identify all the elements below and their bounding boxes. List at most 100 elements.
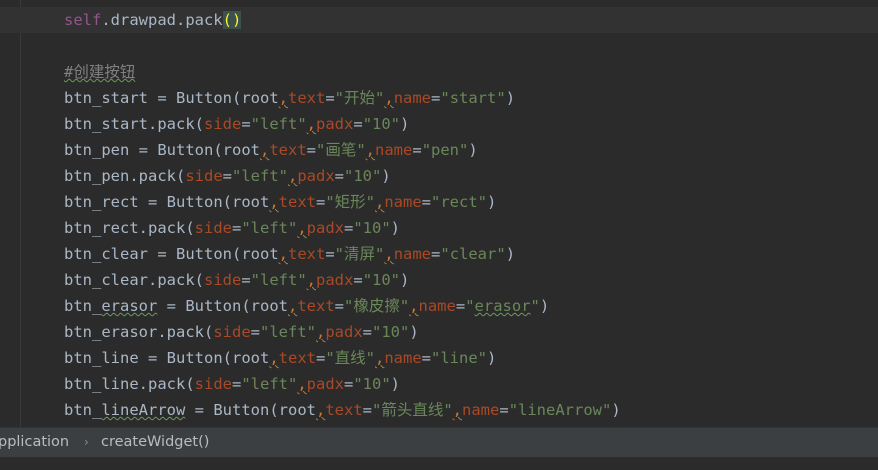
comma-token: ,: [269, 349, 279, 367]
comma-token: ,: [375, 193, 385, 211]
eq-token: =: [148, 89, 176, 107]
line-btn-line-pack[interactable]: btn_line.pack(side="left",padx="10"): [64, 371, 621, 397]
string-token: "left": [250, 271, 307, 289]
var-token-typo: lineArrow: [101, 401, 186, 419]
var-token: btn_pen: [64, 141, 130, 159]
eq-token: =: [129, 141, 158, 159]
breadcrumb-item-class[interactable]: pplication: [0, 428, 69, 457]
close-paren: ): [409, 323, 419, 341]
string-quote: ": [530, 297, 540, 315]
equals-token: =: [421, 193, 432, 211]
kwarg-side: side: [194, 219, 232, 237]
call-token: .pack(: [129, 167, 186, 185]
kwarg-name: name: [384, 193, 422, 211]
line-btn-erasor[interactable]: btn_erasor = Button(root,text="橡皮擦",name…: [64, 293, 621, 319]
var-token: btn_line: [64, 375, 139, 393]
close-paren: ): [487, 193, 497, 211]
comma-token: ,: [287, 297, 298, 315]
equals-token: =: [241, 271, 251, 289]
string-token: "清屏": [334, 245, 385, 263]
equals-token: =: [334, 167, 345, 185]
comma-token: ,: [297, 219, 307, 237]
var-token-typo: erasor: [101, 297, 158, 315]
var-token: btn_rect: [64, 219, 139, 237]
line-blank[interactable]: [64, 33, 621, 59]
close-paren: ): [505, 245, 516, 263]
method-token: .drawpad.pack: [101, 11, 223, 29]
comma-token: ,: [384, 245, 394, 263]
comma-token: ,: [306, 271, 317, 289]
comment-token: #创建按钮: [64, 63, 136, 81]
arg-token: root: [278, 401, 316, 419]
equals-token: =: [412, 141, 422, 159]
equals-token: =: [362, 401, 372, 419]
kwarg-name: name: [418, 297, 456, 315]
line-btn-rect[interactable]: btn_rect = Button(root,text="矩形",name="r…: [64, 189, 621, 215]
kwarg-text: text: [288, 245, 326, 263]
string-token: "直线": [325, 349, 375, 367]
string-token: "start": [440, 89, 506, 107]
kwarg-padx: padx: [316, 115, 354, 133]
comma-token: ,: [269, 193, 279, 211]
comma-token: ,: [278, 245, 288, 263]
self-token: self: [64, 11, 102, 29]
string-token: "left": [260, 323, 316, 341]
equals-token: =: [250, 323, 260, 341]
kwarg-padx: padx: [316, 271, 354, 289]
kwarg-text: text: [269, 141, 307, 159]
line-btn-start-pack[interactable]: btn_start.pack(side="left",padx="10"): [64, 111, 621, 137]
call-token: .pack(: [138, 375, 195, 393]
line-drawpad-pack[interactable]: self.drawpad.pack(): [64, 7, 621, 33]
string-token: "画笔": [316, 141, 366, 159]
close-paren: ): [390, 219, 401, 237]
var-token-word: erasor: [101, 323, 158, 341]
kwarg-side: side: [204, 115, 242, 133]
call-token: .pack(: [157, 323, 214, 341]
var-token: btn_: [64, 323, 102, 341]
arg-token: root: [250, 297, 288, 315]
string-token: "lineArrow": [508, 401, 612, 419]
equals-token: =: [222, 167, 232, 185]
breadcrumb-item-method[interactable]: createWidget(): [101, 428, 209, 457]
string-token: "left": [250, 115, 307, 133]
kwarg-side: side: [204, 271, 242, 289]
close-paren: ): [468, 141, 478, 159]
breadcrumb: pplication › createWidget(): [0, 427, 878, 457]
equals-token: =: [431, 89, 441, 107]
comma-token: ,: [259, 141, 270, 159]
equals-token: =: [499, 401, 509, 419]
kwarg-name: name: [393, 245, 432, 263]
call-token: Button(: [185, 297, 251, 315]
line-btn-clear[interactable]: btn_clear = Button(root,text="清屏",name="…: [64, 241, 621, 267]
code-lines[interactable]: self.drawpad.pack() #创建按钮 btn_start = Bu…: [64, 7, 621, 423]
line-comment[interactable]: #创建按钮: [64, 59, 621, 85]
eq-token: =: [185, 401, 214, 419]
string-token: "10": [362, 271, 401, 289]
line-btn-erasor-pack[interactable]: btn_erasor.pack(side="left",padx="10"): [64, 319, 621, 345]
line-btn-pen-pack[interactable]: btn_pen.pack(side="left",padx="10"): [64, 163, 621, 189]
equals-token: =: [231, 375, 242, 393]
var-token: btn_: [64, 401, 102, 419]
kwarg-text: text: [288, 89, 326, 107]
var-token: btn_start: [64, 115, 148, 133]
comma-token: ,: [365, 141, 376, 159]
kwarg-text: text: [297, 297, 335, 315]
line-btn-pen[interactable]: btn_pen = Button(root,text="画笔",name="pe…: [64, 137, 621, 163]
equals-token: =: [344, 219, 354, 237]
comma-token: ,: [452, 401, 463, 419]
close-paren: ): [400, 271, 410, 289]
equals-token: =: [353, 271, 363, 289]
gutter-divider: [20, 0, 21, 427]
chevron-right-icon: ›: [84, 435, 89, 449]
equals-token: =: [344, 375, 354, 393]
line-btn-rect-pack[interactable]: btn_rect.pack(side="left",padx="10"): [64, 215, 621, 241]
comma-token: ,: [384, 89, 394, 107]
equals-token: =: [325, 245, 335, 263]
line-btn-clear-pack[interactable]: btn_clear.pack(side="left",padx="10"): [64, 267, 621, 293]
kwarg-text: text: [325, 401, 363, 419]
code-editor[interactable]: self.drawpad.pack() #创建按钮 btn_start = Bu…: [0, 0, 878, 427]
matched-parens: (): [222, 11, 242, 29]
line-btn-start[interactable]: btn_start = Button(root,text="开始",name="…: [64, 85, 621, 111]
line-btn-linearrow[interactable]: btn_lineArrow = Button(root,text="箭头直线",…: [64, 397, 621, 423]
line-btn-line[interactable]: btn_line = Button(root,text="直线",name="l…: [64, 345, 621, 371]
